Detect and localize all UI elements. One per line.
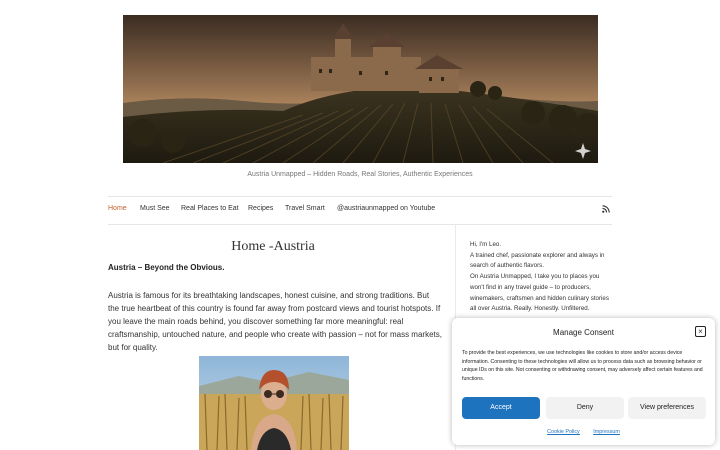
view-preferences-button[interactable]: View preferences (628, 397, 706, 419)
site-tagline: Austria Unmapped – Hidden Roads, Real St… (247, 171, 473, 178)
woman-cornfield-illustration (199, 356, 349, 450)
consent-text: To provide the best experiences, we use … (462, 350, 703, 382)
consent-title: Manage Consent (553, 328, 614, 337)
accept-button[interactable]: Accept (462, 397, 540, 419)
nav-item-recipes[interactable]: Recipes (248, 205, 273, 212)
nav-item-youtube[interactable]: @austriaunmapped on Youtube (337, 205, 435, 212)
hero-banner-image (123, 15, 598, 163)
nav-item-real-places-to-eat[interactable]: Real Places to Eat (181, 205, 239, 212)
nav-bottom-divider (108, 224, 612, 225)
consent-links: Cookie Policy Impressum (452, 429, 715, 435)
sidebar-bio-2: On Austria Unmapped, I take you to place… (470, 273, 609, 313)
section-subtitle: Austria – Beyond the Obvious. (108, 263, 225, 272)
impressum-link[interactable]: Impressum (593, 429, 620, 435)
article-photo (199, 356, 349, 450)
consent-dialog: Manage Consent × To provide the best exp… (452, 318, 715, 445)
nav-item-must-see[interactable]: Must See (140, 205, 170, 212)
sidebar-greeting: Hi, I'm Leo. (470, 241, 502, 248)
cookie-policy-link[interactable]: Cookie Policy (547, 429, 580, 435)
nav-item-travel-smart[interactable]: Travel Smart (285, 205, 325, 212)
deny-button[interactable]: Deny (546, 397, 624, 419)
intro-paragraph: Austria is famous for its breathtaking l… (108, 291, 442, 352)
nav-item-home[interactable]: Home (108, 205, 127, 212)
page-title: Home -Austria (231, 239, 315, 254)
castle-vineyard-illustration (123, 15, 598, 163)
rss-icon[interactable] (602, 205, 610, 213)
sidebar-bio-1: A trained chef, passionate explorer and … (470, 251, 605, 270)
nav-top-divider (108, 196, 612, 197)
close-icon[interactable]: × (695, 326, 706, 337)
sidebar-about: Hi, I'm Leo. A trained chef, passionate … (470, 240, 610, 315)
main-navigation: Home Must See Real Places to Eat Recipes… (108, 205, 612, 217)
